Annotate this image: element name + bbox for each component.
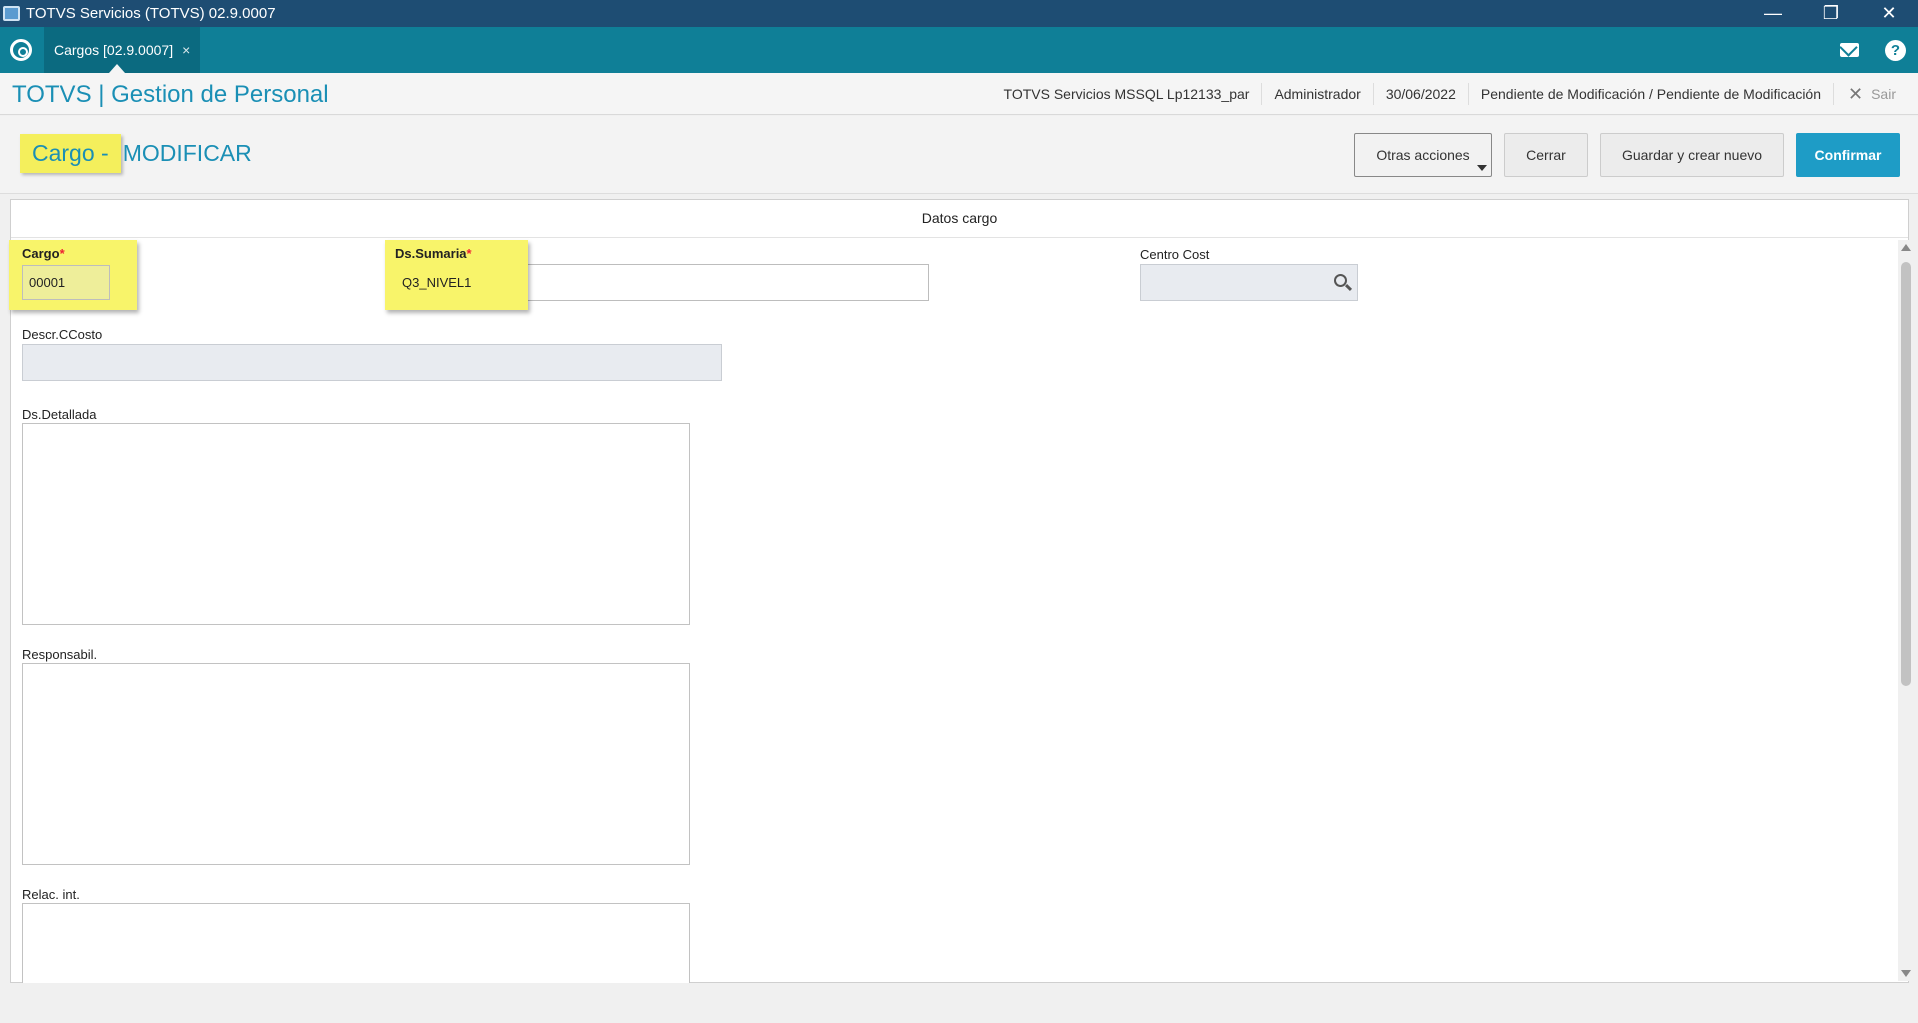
responsabil-label: Responsabil. (22, 647, 98, 662)
status-label: Pendiente de Modificación / Pendiente de… (1467, 83, 1833, 105)
more-actions-button[interactable]: Otras acciones (1354, 133, 1492, 177)
exit-label: Sair (1871, 86, 1896, 102)
form-panel: Datos cargo Cargo* 00001 Ds.Sumaria* Q3_… (9, 199, 1909, 983)
cargo-label: Cargo* (22, 246, 65, 261)
ds-sumaria-label-text: Ds.Sumaria (395, 246, 467, 261)
section-divider (11, 237, 1908, 238)
cargo-field[interactable]: 00001 (22, 265, 110, 300)
ds-detallada-label: Ds.Detallada (22, 407, 97, 422)
app-window-icon (3, 6, 20, 21)
page-mode: MODIFICAR (122, 140, 252, 166)
tab-close-icon[interactable]: × (182, 42, 190, 58)
restore-button[interactable]: ❐ (1802, 0, 1860, 27)
close-icon: ✕ (1848, 83, 1864, 104)
window-title: TOTVS Servicios (TOTVS) 02.9.0007 (26, 5, 276, 22)
environment-label: TOTVS Servicios MSSQL Lp12133_par (1003, 86, 1250, 102)
totvs-logo-icon[interactable] (10, 39, 32, 61)
user-label: Administrador (1261, 83, 1372, 105)
window-controls: — ❐ ✕ (1744, 0, 1918, 27)
app-title: TOTVS | Gestion de Personal (12, 81, 329, 108)
relac-int-label: Relac. int. (22, 887, 80, 902)
chevron-down-icon (1477, 165, 1487, 171)
tab-bar: Cargos [02.9.0007] × ? (0, 27, 1918, 73)
centro-cost-field[interactable] (1140, 264, 1358, 301)
ds-sumaria-field[interactable]: Q3_NIVEL1 (395, 265, 521, 300)
centro-cost-label: Centro Cost (1140, 247, 1210, 262)
search-icon[interactable] (1334, 274, 1347, 287)
ds-detallada-textarea[interactable] (22, 423, 690, 625)
window-titlebar: TOTVS Servicios (TOTVS) 02.9.0007 — ❐ ✕ (0, 0, 1918, 27)
descr-ccosto-label: Descr.CCosto (22, 327, 103, 342)
ds-sumaria-label: Ds.Sumaria* (395, 246, 472, 261)
app-header: TOTVS | Gestion de Personal TOTVS Servic… (0, 73, 1918, 115)
confirm-button[interactable]: Confirmar (1796, 133, 1900, 177)
page-title: Cargo - MODIFICAR (20, 134, 252, 173)
exit-button[interactable]: ✕ Sair (1833, 83, 1918, 105)
page-entity: Cargo - (20, 134, 121, 173)
cargo-label-text: Cargo (22, 246, 60, 261)
scroll-down-icon[interactable] (1901, 970, 1911, 977)
close-window-button[interactable]: ✕ (1860, 0, 1918, 27)
scroll-thumb[interactable] (1901, 262, 1911, 686)
descr-ccosto-field (22, 344, 722, 381)
help-icon[interactable]: ? (1885, 40, 1906, 61)
more-actions-label: Otras acciones (1376, 147, 1470, 163)
close-button[interactable]: Cerrar (1504, 133, 1588, 177)
required-marker: * (466, 246, 472, 261)
required-marker: * (59, 246, 65, 261)
section-title: Datos cargo (921, 210, 998, 226)
active-tab-caret (109, 64, 125, 73)
session-info: TOTVS Servicios MSSQL Lp12133_par Admini… (992, 73, 1918, 115)
vertical-scrollbar[interactable] (1898, 240, 1912, 981)
scroll-up-icon[interactable] (1901, 244, 1911, 251)
save-and-new-button[interactable]: Guardar y crear nuevo (1600, 133, 1784, 177)
page-toolbar: Cargo - MODIFICAR Otras acciones Cerrar … (0, 116, 1918, 194)
relac-int-textarea[interactable] (22, 903, 690, 983)
tab-label: Cargos [02.9.0007] (54, 42, 174, 58)
date-label: 30/06/2022 (1372, 83, 1468, 105)
mail-icon[interactable] (1840, 43, 1859, 57)
responsabil-textarea[interactable] (22, 663, 690, 865)
minimize-button[interactable]: — (1744, 0, 1802, 27)
